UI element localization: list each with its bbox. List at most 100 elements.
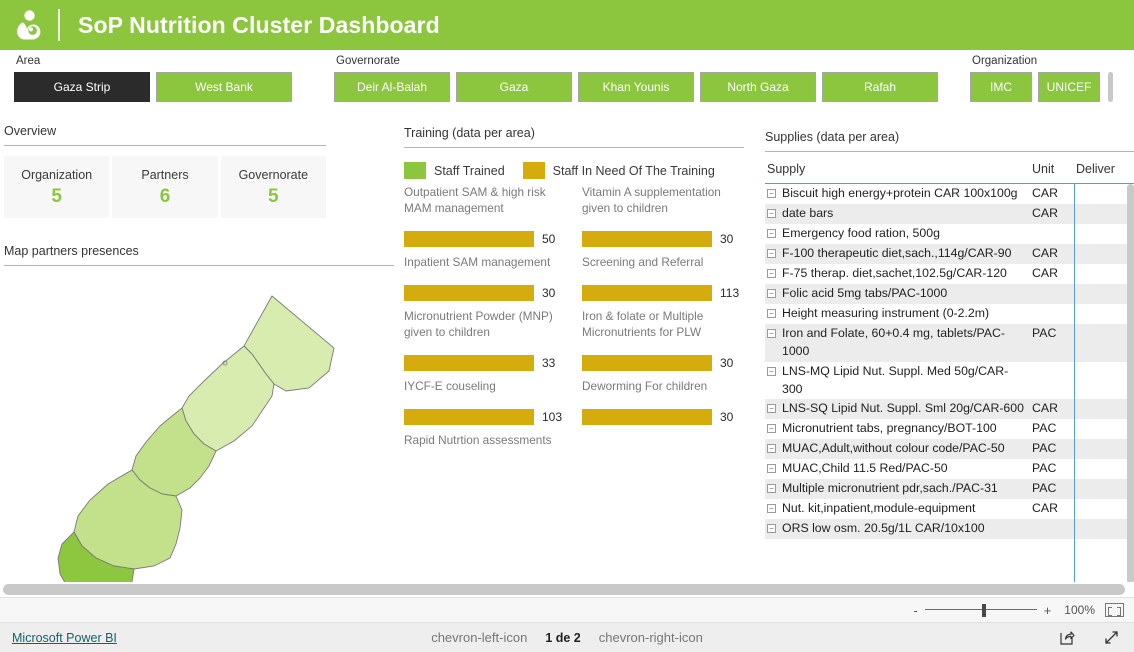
- collapse-icon[interactable]: −: [767, 404, 776, 414]
- collapse-icon[interactable]: −: [767, 484, 776, 494]
- training-item-0[interactable]: Outpatient SAM & high risk MAM managemen…: [404, 185, 566, 247]
- training-item-5[interactable]: Iron & folate or Multiple Micronutrients…: [582, 309, 744, 371]
- cell-supply: − Nut. kit,inpatient,module-equipment: [765, 499, 1032, 519]
- collapse-icon[interactable]: −: [767, 328, 776, 338]
- zoom-out-button[interactable]: -: [913, 603, 917, 618]
- training-bar-fill-in-need[interactable]: [404, 355, 534, 371]
- cell-unit: [1032, 304, 1076, 324]
- chip-gov-deir-al-balah[interactable]: Deir Al-Balah: [334, 72, 450, 102]
- organization-slicer-scrollbar[interactable]: [1108, 72, 1113, 102]
- column-header-deliver[interactable]: Deliver: [1076, 162, 1134, 176]
- table-row[interactable]: − Height measuring instrument (0-2.2m): [765, 304, 1134, 324]
- column-resize-indicator[interactable]: [1074, 184, 1075, 584]
- zoom-slider-handle[interactable]: [981, 604, 986, 617]
- collapse-icon[interactable]: −: [767, 464, 776, 474]
- table-row[interactable]: − LNS-SQ Lipid Nut. Suppl. Sml 20g/CAR-60…: [765, 399, 1134, 420]
- training-bar-fill-in-need[interactable]: [582, 409, 712, 425]
- collapse-icon[interactable]: −: [767, 208, 776, 218]
- training-bar-fill-in-need[interactable]: [404, 231, 534, 247]
- chip-gov-north-gaza[interactable]: North Gaza: [700, 72, 816, 102]
- training-item-6[interactable]: IYCF-E couseling 103: [404, 379, 566, 425]
- table-row[interactable]: − Nut. kit,inpatient,module-equipment CAR: [765, 499, 1134, 519]
- collapse-icon[interactable]: −: [767, 424, 776, 434]
- header-divider: [58, 9, 60, 41]
- table-row[interactable]: − LNS-MQ Lipid Nut. Suppl. Med 50g/CAR-30…: [765, 362, 1134, 400]
- training-item-1[interactable]: Vitamin A supplementation given to child…: [582, 185, 744, 247]
- legend-label-staff-trained[interactable]: Staff Trained: [434, 164, 505, 178]
- next-page-button[interactable]: chevron-right-icon: [599, 630, 703, 645]
- chip-gov-gaza[interactable]: Gaza: [456, 72, 572, 102]
- cell-supply: − LNS-MQ Lipid Nut. Suppl. Med 50g/CAR-30…: [765, 362, 1032, 400]
- training-item-8[interactable]: Rapid Nutrtion assessments: [404, 433, 566, 449]
- training-bar-track: [582, 409, 712, 425]
- collapse-icon[interactable]: −: [767, 248, 776, 258]
- chip-gov-rafah[interactable]: Rafah: [822, 72, 938, 102]
- training-item-3[interactable]: Screening and Referral 113: [582, 255, 744, 301]
- training-item-4[interactable]: Micronutrient Powder (MNP) given to chil…: [404, 309, 566, 371]
- table-row[interactable]: − Iron and Folate, 60+0.4 mg, tablets/PAC…: [765, 323, 1134, 362]
- cell-unit: [1032, 519, 1076, 540]
- table-row[interactable]: − Micronutrient tabs, pregnancy/BOT-100 PA…: [765, 419, 1134, 439]
- table-row[interactable]: − Multiple micronutrient pdr,sach./PAC-31…: [765, 479, 1134, 500]
- collapse-icon[interactable]: −: [767, 504, 776, 514]
- training-item-2[interactable]: Inpatient SAM management 30: [404, 255, 566, 301]
- map-canvas[interactable]: [4, 266, 394, 596]
- supply-name: F-100 therapeutic diet,sach.,114g/CAR-90: [782, 245, 1012, 260]
- zoom-in-button[interactable]: +: [1044, 603, 1052, 618]
- training-bar-fill-in-need[interactable]: [582, 355, 712, 371]
- collapse-icon[interactable]: −: [767, 444, 776, 454]
- training-bar-row: 30: [582, 231, 744, 247]
- cell-supply: − Height measuring instrument (0-2.2m): [765, 304, 1032, 324]
- table-row[interactable]: − ORS low osm. 20.5g/1L CAR/10x100: [765, 519, 1134, 540]
- chip-gov-khan-younis[interactable]: Khan Younis: [578, 72, 694, 102]
- table-row[interactable]: − MUAC,Child 11.5 Red/PAC-50 PAC: [765, 459, 1134, 479]
- table-row[interactable]: − Folic acid 5mg tabs/PAC-1000: [765, 283, 1134, 304]
- kpi-card-governorate[interactable]: Governorate 5: [220, 156, 326, 218]
- share-icon[interactable]: [1058, 629, 1075, 646]
- table-row[interactable]: − F-75 therap. diet,sachet,102.5g/CAR-120…: [765, 264, 1134, 284]
- zoom-slider[interactable]: [924, 603, 1037, 617]
- table-row[interactable]: − MUAC,Adult,without colour code/PAC-50 PA…: [765, 439, 1134, 460]
- supply-name: Emergency food ration, 500g: [782, 225, 940, 240]
- training-bar-fill-in-need[interactable]: [404, 285, 534, 301]
- column-header-unit[interactable]: Unit: [1032, 162, 1076, 176]
- legend-swatch-staff-trained[interactable]: [404, 162, 426, 179]
- collapse-icon[interactable]: −: [767, 189, 776, 198]
- kpi-card-organization[interactable]: Organization 5: [4, 156, 113, 218]
- training-bar-fill-in-need[interactable]: [404, 409, 534, 425]
- report-horizontal-scrollbar-thumb[interactable]: [3, 584, 1125, 595]
- chip-org-unicef[interactable]: UNICEF: [1038, 72, 1100, 102]
- table-row[interactable]: − F-100 therapeutic diet,sach.,114g/CAR-9…: [765, 243, 1134, 264]
- previous-page-button[interactable]: chevron-left-icon: [431, 630, 527, 645]
- collapse-icon[interactable]: −: [767, 228, 776, 238]
- gaza-strip-map[interactable]: [4, 266, 394, 596]
- table-row[interactable]: − date bars CAR: [765, 203, 1134, 224]
- supplies-table-body[interactable]: − Biscuit high energy+protein CAR 100x100…: [765, 184, 1134, 584]
- training-bar-row: 30: [582, 355, 744, 371]
- legend-label-staff-in-need[interactable]: Staff In Need Of The Training: [553, 164, 715, 178]
- training-bar-fill-in-need[interactable]: [582, 285, 712, 301]
- collapse-icon[interactable]: −: [767, 366, 776, 376]
- training-bar-fill-in-need[interactable]: [582, 231, 712, 247]
- cell-deliver: [1076, 479, 1134, 500]
- collapse-icon[interactable]: −: [767, 288, 776, 298]
- collapse-icon[interactable]: −: [767, 308, 776, 318]
- kpi-card-partners[interactable]: Partners 6: [112, 156, 221, 218]
- cell-unit: PAC: [1032, 461, 1057, 476]
- cell-deliver: [1076, 203, 1134, 224]
- table-row[interactable]: − Emergency food ration, 500g: [765, 224, 1134, 244]
- column-header-supply[interactable]: Supply: [765, 162, 1032, 176]
- table-row[interactable]: − Biscuit high energy+protein CAR 100x100…: [765, 184, 1134, 204]
- training-item-7[interactable]: Deworming For children 30: [582, 379, 744, 425]
- collapse-icon[interactable]: −: [767, 524, 776, 534]
- fit-to-page-icon[interactable]: [1105, 603, 1124, 617]
- legend-swatch-staff-in-need[interactable]: [522, 162, 545, 179]
- zoom-level-label: 100%: [1064, 603, 1095, 617]
- chip-area-gaza-strip[interactable]: Gaza Strip: [14, 72, 150, 102]
- training-bar-row: 30: [582, 409, 744, 425]
- chip-area-west-bank[interactable]: West Bank: [156, 72, 292, 102]
- collapse-icon[interactable]: −: [767, 268, 776, 278]
- chip-org-imc[interactable]: IMC: [970, 72, 1032, 102]
- supplies-vertical-scrollbar[interactable]: [1127, 184, 1134, 584]
- fullscreen-icon[interactable]: [1103, 629, 1120, 646]
